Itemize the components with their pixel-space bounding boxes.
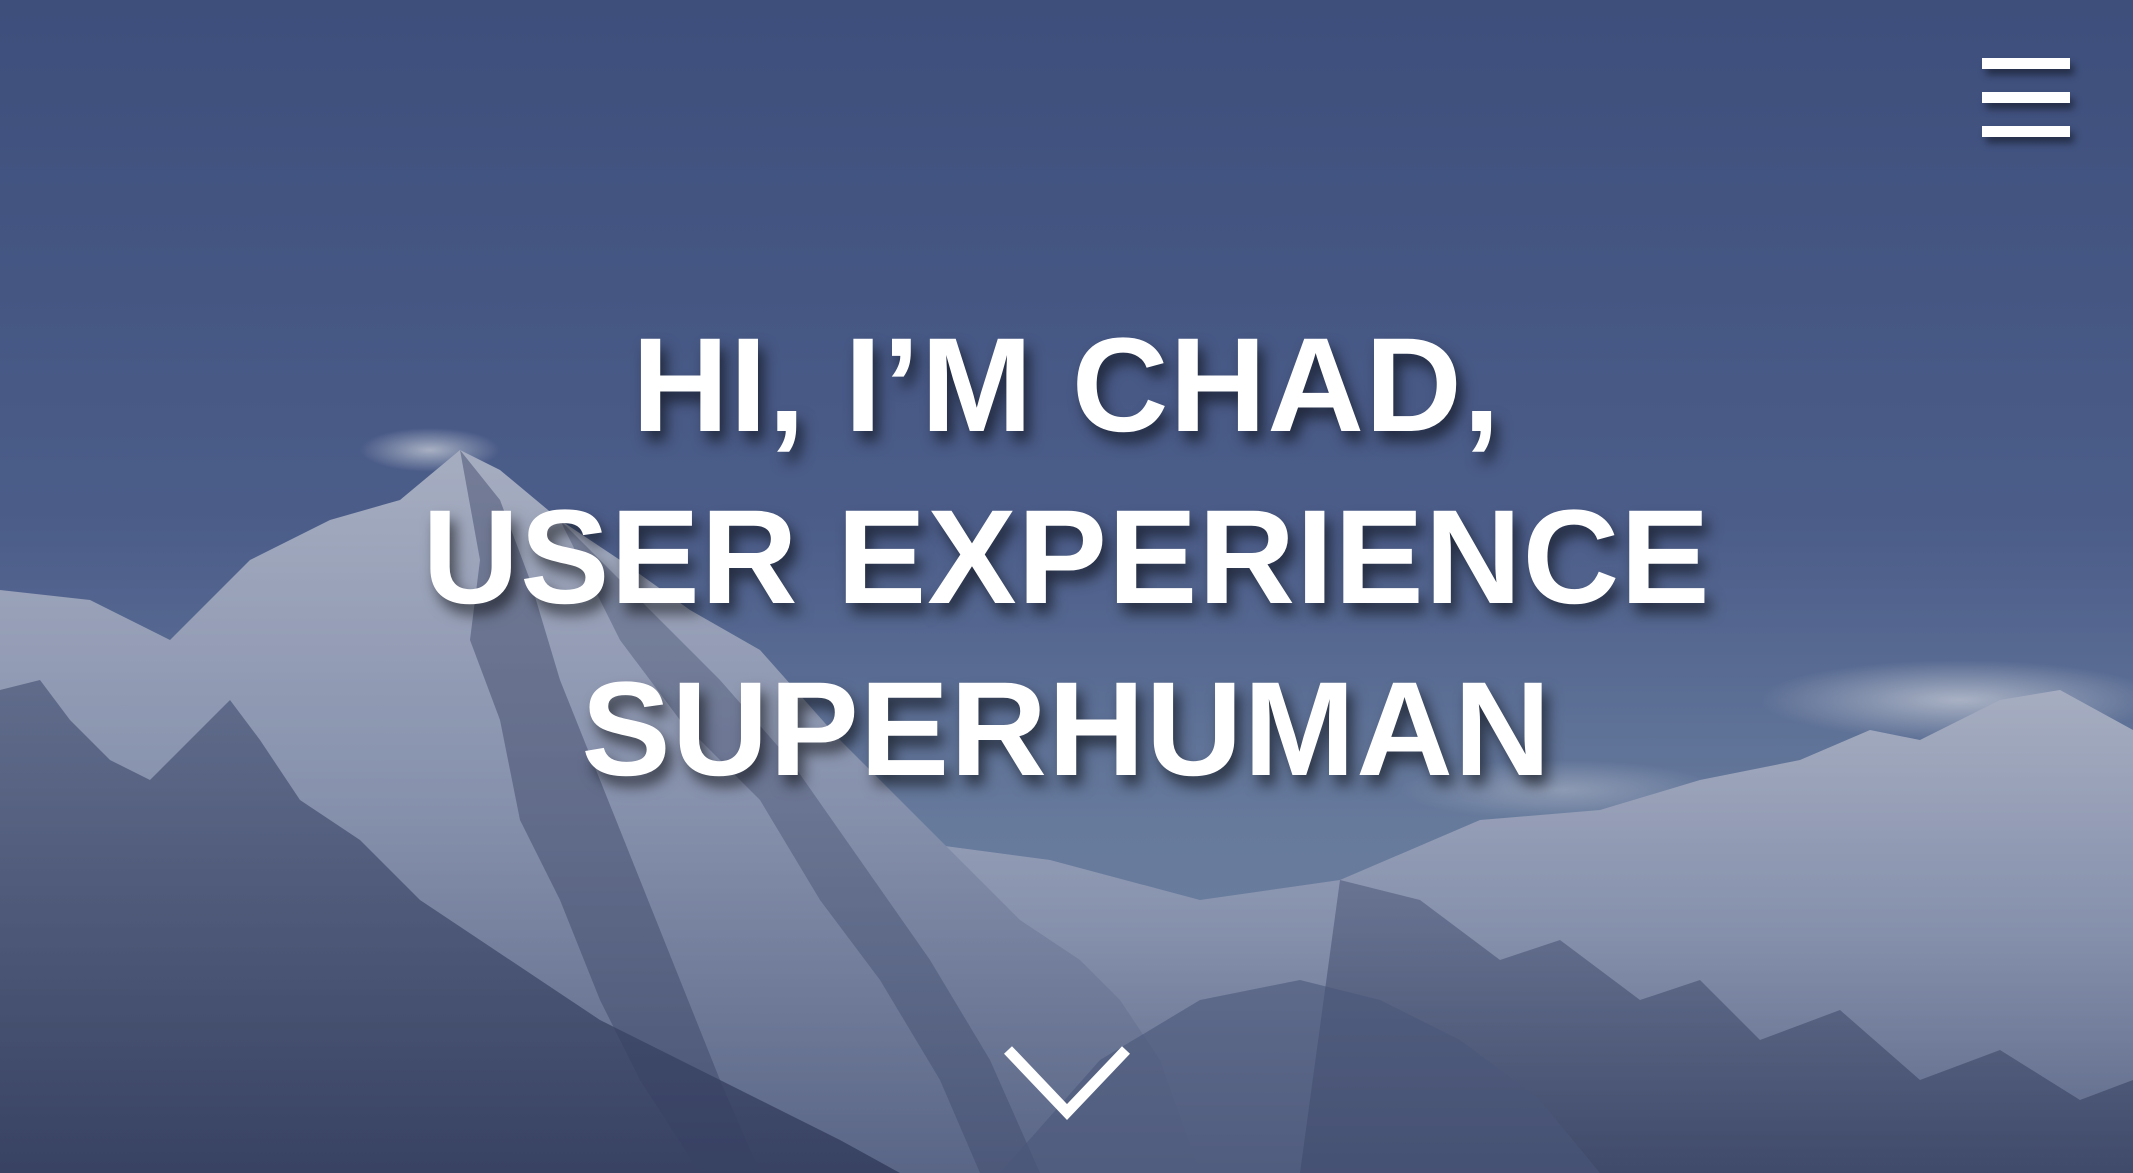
hero-headline: HI, I’M CHAD, USER EXPERIENCE SUPERHUMAN <box>0 300 2133 816</box>
scroll-down-button[interactable] <box>1000 1040 1134 1130</box>
hero-section: HI, I’M CHAD, USER EXPERIENCE SUPERHUMAN <box>0 0 2133 1173</box>
hamburger-menu-button[interactable] <box>1978 56 2074 140</box>
headline-line-2: USER EXPERIENCE <box>422 483 1711 632</box>
headline-line-1: HI, I’M CHAD, <box>631 311 1502 460</box>
chevron-down-icon <box>1004 1046 1130 1120</box>
headline-line-3: SUPERHUMAN <box>581 655 1552 804</box>
